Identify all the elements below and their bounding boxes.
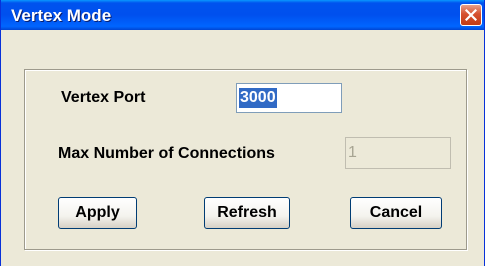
vertex-port-value: 3000	[239, 88, 277, 108]
close-icon	[465, 9, 477, 21]
max-connections-input[interactable]: 1	[345, 137, 451, 169]
refresh-button[interactable]: Refresh	[204, 197, 290, 229]
max-connections-label: Max Number of Connections	[58, 145, 275, 162]
apply-button[interactable]: Apply	[58, 197, 137, 229]
cancel-button[interactable]: Cancel	[350, 197, 442, 229]
window-title: Vertex Mode	[11, 6, 112, 25]
vertex-mode-dialog: Vertex Mode Vertex Port 3000 Max Number …	[0, 0, 485, 266]
vertex-port-input[interactable]: 3000	[236, 83, 342, 113]
vertex-port-label: Vertex Port	[61, 89, 146, 106]
close-button[interactable]	[460, 4, 482, 26]
title-bar[interactable]: Vertex Mode	[1, 0, 484, 30]
